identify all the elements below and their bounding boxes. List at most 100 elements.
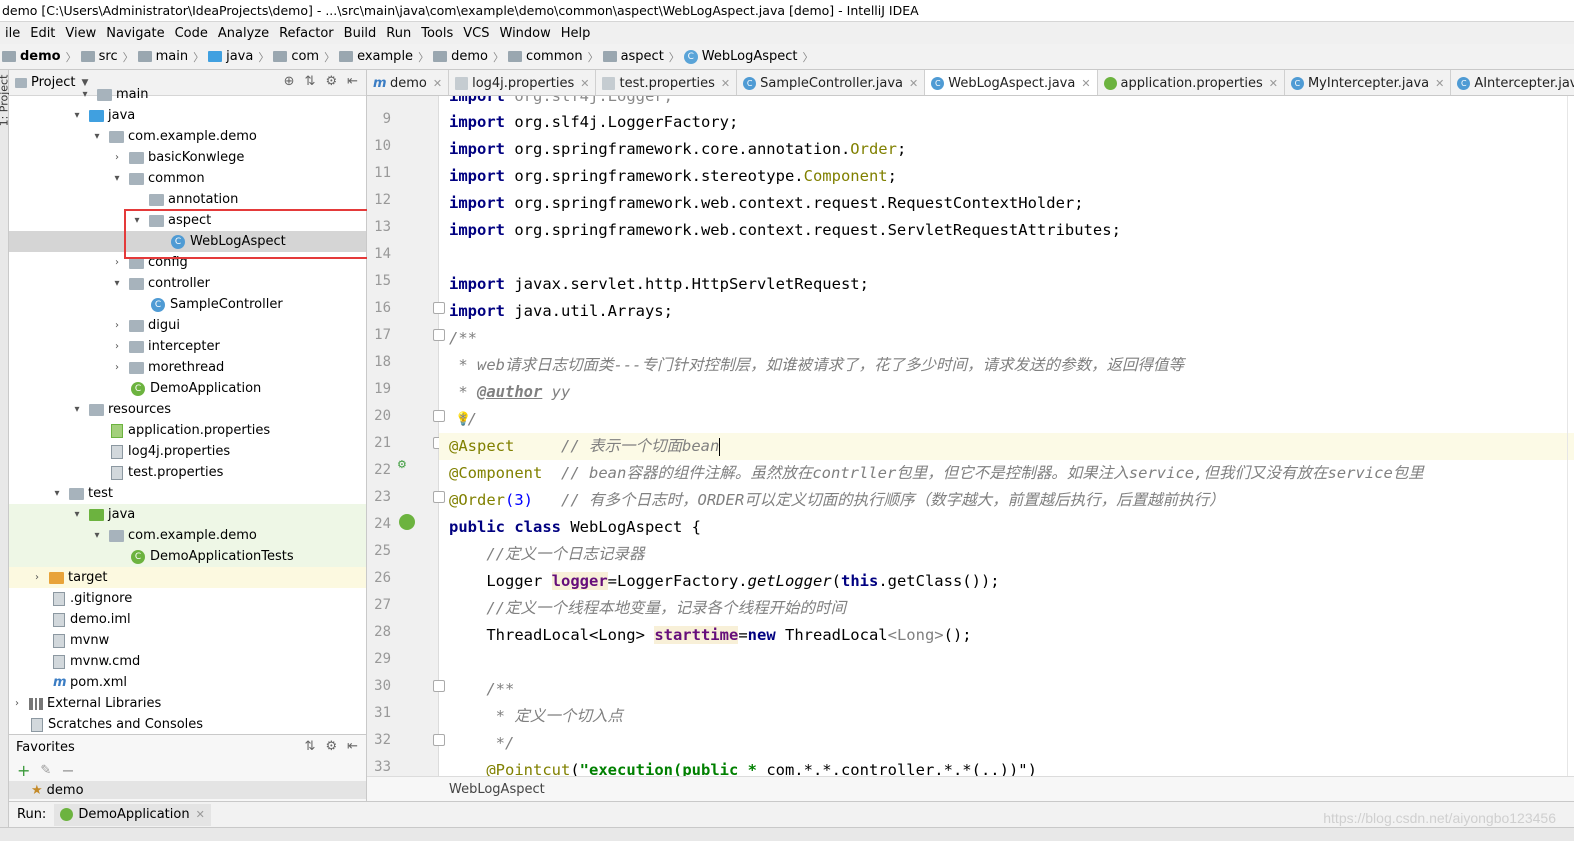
chevron-down-icon: ▾	[74, 404, 80, 415]
folder-icon	[339, 51, 354, 62]
chevron-right-icon: ›	[115, 341, 119, 352]
menu-tools[interactable]: Tools	[416, 26, 458, 41]
folder-icon	[433, 51, 448, 62]
close-icon[interactable]: ✕	[1081, 77, 1090, 90]
menu-refactor[interactable]: Refactor	[274, 26, 339, 41]
code-area[interactable]: import org.slf4j.Logger; import org.slf4…	[439, 96, 1574, 776]
hide-panel-icon[interactable]: ⇤	[347, 739, 358, 754]
tree-item-target[interactable]: › target	[9, 567, 366, 588]
tree-item-SampleController[interactable]: C SampleController	[9, 294, 366, 315]
close-icon[interactable]: ✕	[580, 77, 589, 90]
menu-build[interactable]: Build	[339, 26, 382, 41]
chevron-right-icon: ›	[15, 698, 19, 709]
tab-WebLogAspect[interactable]: C WebLogAspect.java ✕	[925, 70, 1098, 95]
breadcrumb-item[interactable]: aspect 〉	[602, 49, 680, 65]
breadcrumb-item[interactable]: com 〉	[273, 49, 335, 65]
tree-item-scratches[interactable]: Scratches and Consoles	[9, 714, 366, 734]
collapse-all-icon[interactable]: ⇅	[305, 739, 316, 754]
line-number: 19	[374, 381, 391, 397]
tree-item-gitignore[interactable]: .gitignore	[9, 588, 366, 609]
close-icon[interactable]: ✕	[1435, 77, 1444, 90]
tab-demo[interactable]: m demo ✕	[367, 70, 450, 95]
menu-run[interactable]: Run	[381, 26, 416, 41]
menu-analyze[interactable]: Analyze	[213, 26, 274, 41]
tree-item-common[interactable]: ▾ common	[9, 168, 366, 189]
tree-item-digui[interactable]: › digui	[9, 315, 366, 336]
tree-item-mvnw-cmd[interactable]: mvnw.cmd	[9, 651, 366, 672]
spring-bean-icon[interactable]: ⚙	[397, 458, 407, 471]
tree-item-resources[interactable]: ▾ resources	[9, 399, 366, 420]
spring-bean-icon[interactable]	[399, 514, 415, 530]
close-icon[interactable]: ✕	[721, 77, 730, 90]
tree-item-config[interactable]: › config	[9, 252, 366, 273]
folder-icon	[137, 51, 152, 62]
tree-item-test[interactable]: ▾ test	[9, 483, 366, 504]
tree-item-DemoApplication[interactable]: C DemoApplication	[9, 378, 366, 399]
tree-item-intercepter[interactable]: › intercepter	[9, 336, 366, 357]
tree-item-external-libraries[interactable]: › External Libraries	[9, 693, 366, 714]
add-icon[interactable]: +	[17, 761, 30, 780]
tab-test-properties[interactable]: test.properties ✕	[596, 70, 738, 95]
tree-item-pom-xml[interactable]: m pom.xml	[9, 672, 366, 693]
tree-item-mvnw[interactable]: mvnw	[9, 630, 366, 651]
tree-item-aspect[interactable]: ▾ aspect	[9, 210, 366, 231]
gear-icon[interactable]: ⚙	[325, 739, 337, 754]
tree-item-test-properties[interactable]: test.properties	[9, 462, 366, 483]
run-tab-DemoApplication[interactable]: DemoApplication ✕	[54, 803, 211, 826]
menu-help[interactable]: Help	[556, 26, 596, 41]
breadcrumb-item[interactable]: example 〉	[339, 49, 429, 65]
remove-icon[interactable]: −	[61, 761, 74, 780]
text-caret	[719, 437, 721, 456]
tree-item-demo-iml[interactable]: demo.iml	[9, 609, 366, 630]
breadcrumb-item[interactable]: main 〉	[137, 49, 204, 65]
breadcrumb-item[interactable]: demo 〉	[2, 49, 77, 65]
tab-log4j-properties[interactable]: log4j.properties ✕	[449, 70, 597, 95]
breadcrumb-item[interactable]: C WebLogAspect 〉	[683, 49, 814, 65]
tree-item-log4j-properties[interactable]: log4j.properties	[9, 441, 366, 462]
chevron-down-icon: ▾	[74, 110, 80, 121]
tab-MyIntercepter[interactable]: C MyIntercepter.java ✕	[1285, 70, 1452, 95]
line-number: 12	[374, 192, 391, 208]
tree-item-application-properties[interactable]: application.properties	[9, 420, 366, 441]
tree-item-controller[interactable]: ▾ controller	[9, 273, 366, 294]
tree-item-main[interactable]: ▾ main	[9, 84, 366, 105]
close-icon[interactable]: ✕	[433, 77, 442, 90]
menu-navigate[interactable]: Navigate	[101, 26, 169, 41]
menu-code[interactable]: Code	[170, 26, 213, 41]
text-file-icon	[53, 633, 65, 648]
menu-edit[interactable]: Edit	[25, 26, 60, 41]
tree-item-test-java[interactable]: ▾ java	[9, 504, 366, 525]
menu-file[interactable]: ile	[0, 26, 25, 41]
tree-item-basicKonwlege[interactable]: › basicKonwlege	[9, 147, 366, 168]
breadcrumb-item[interactable]: src 〉	[80, 49, 134, 65]
menu-window[interactable]: Window	[495, 26, 556, 41]
package-icon	[129, 256, 144, 269]
tree-item-test-package[interactable]: ▾ com.example.demo	[9, 525, 366, 546]
tree-item-java[interactable]: ▾ java	[9, 105, 366, 126]
footer-class-name[interactable]: WebLogAspect	[449, 782, 545, 797]
tab-AIntercepter[interactable]: CAIntercepter.java✕	[1451, 70, 1574, 95]
tab-application-properties[interactable]: application.properties ✕	[1098, 70, 1285, 95]
tree-item-morethread[interactable]: › morethread	[9, 357, 366, 378]
breadcrumb-item[interactable]: java 〉	[208, 49, 269, 65]
breadcrumb-item[interactable]: demo 〉	[433, 49, 504, 65]
tree-item-DemoApplicationTests[interactable]: C DemoApplicationTests	[9, 546, 366, 567]
tree-item-WebLogAspect[interactable]: C WebLogAspect	[9, 231, 366, 252]
tree-item-annotation[interactable]: annotation	[9, 189, 366, 210]
code-line: * 定义一个切入点	[449, 707, 623, 725]
close-icon[interactable]: ✕	[196, 808, 205, 821]
edit-icon[interactable]: ✎	[40, 763, 51, 778]
code-line: import org.springframework.stereotype.Co…	[449, 167, 897, 185]
tab-SampleController[interactable]: C SampleController.java ✕	[737, 70, 926, 95]
menu-vcs[interactable]: VCS	[458, 26, 494, 41]
chevron-down-icon: ▾	[134, 215, 140, 226]
code-line: import javax.servlet.http.HttpServletReq…	[449, 275, 869, 293]
code-editor[interactable]: 9 10 11 12 13 14 15 16 17 18 19 20 21 22…	[367, 96, 1574, 776]
breadcrumb-item[interactable]: common 〉	[507, 49, 599, 65]
close-icon[interactable]: ✕	[1269, 77, 1278, 90]
tree-item-package[interactable]: ▾ com.example.demo	[9, 126, 366, 147]
favorites-item-demo[interactable]: ★ demo	[9, 781, 366, 799]
menu-view[interactable]: View	[60, 26, 101, 41]
code-line: Logger logger=LoggerFactory.getLogger(th…	[449, 572, 1000, 590]
close-icon[interactable]: ✕	[909, 77, 918, 90]
